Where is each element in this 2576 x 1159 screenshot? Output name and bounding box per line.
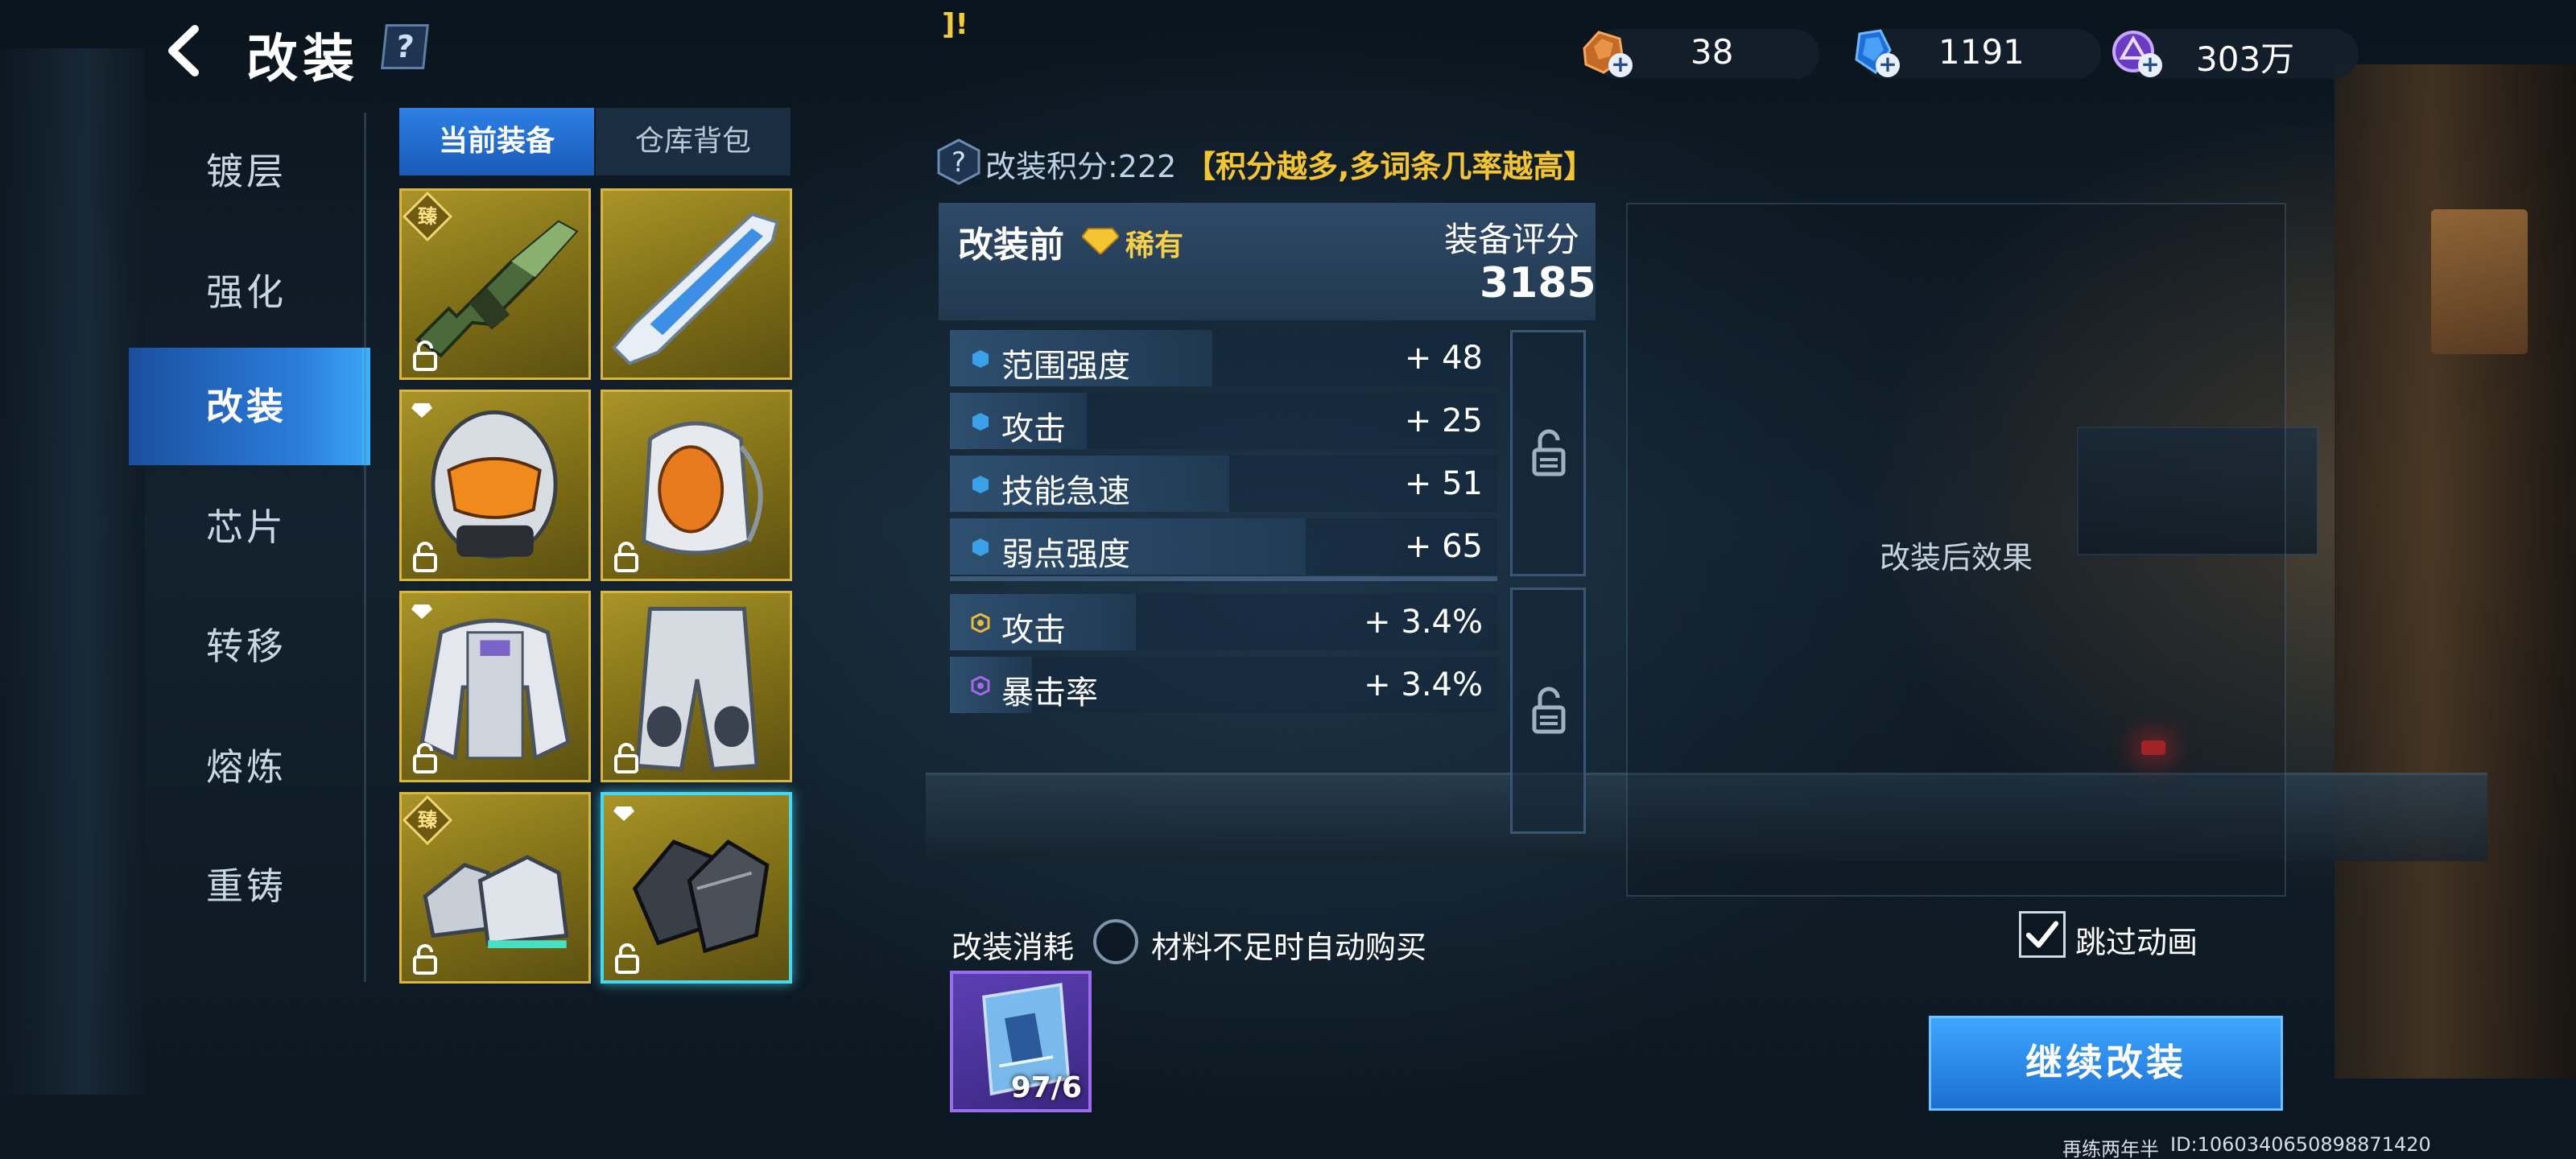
bonus-stat-row: 攻击 + 3.4% <box>950 594 1497 650</box>
material-item[interactable]: 97/6 <box>950 971 1092 1112</box>
cost-label: 改装消耗 <box>952 930 1075 965</box>
rarity-label: 稀有 <box>1125 229 1184 262</box>
sidebar-item-recast[interactable]: 重铸 <box>129 827 364 945</box>
skip-animation-checkbox[interactable] <box>2019 911 2066 958</box>
currency-ore-value: 38 <box>1690 32 1734 72</box>
skip-animation-label[interactable]: 跳过动画 <box>2075 918 2198 962</box>
stat-value: + 3.4% <box>1364 604 1483 641</box>
stat-name: 攻击 <box>1001 410 1066 448</box>
sidebar-item-modify[interactable]: 改装 <box>129 348 370 465</box>
diamond-badge-icon <box>613 806 634 821</box>
check-icon <box>2025 921 2059 948</box>
material-count: 97/6 <box>1010 1071 1082 1104</box>
unlock-icon <box>1532 687 1566 734</box>
stat-name: 弱点强度 <box>1001 536 1130 573</box>
player-name: 再练两年半 <box>2062 1138 2159 1159</box>
stat-separator <box>950 576 1497 581</box>
stat-name: 攻击 <box>1001 612 1066 649</box>
help-button[interactable]: ? <box>381 24 429 69</box>
stat-row: 弱点强度 + 65 <box>950 518 1497 575</box>
after-effect-label: 改装后效果 <box>1879 540 2033 575</box>
svg-text:?: ? <box>952 146 966 179</box>
tab-current-equipment[interactable]: 当前装备 <box>399 108 594 175</box>
stat-row: 技能急速 + 51 <box>950 456 1497 512</box>
sidebar-divider <box>364 113 366 982</box>
modify-score: 改装积分:222 <box>985 149 1177 184</box>
continue-modify-button[interactable]: 继续改装 <box>1929 1016 2283 1111</box>
stat-value: + 65 <box>1404 528 1483 565</box>
stat-hex-icon <box>972 538 989 556</box>
tab-storage[interactable]: 仓库背包 <box>596 108 791 175</box>
rarity-diamond-icon <box>1082 228 1119 254</box>
back-button[interactable] <box>158 23 214 79</box>
stat-value: + 51 <box>1404 465 1483 502</box>
purple-hex-icon <box>971 676 990 695</box>
add-gem-icon[interactable]: + <box>1876 53 1900 77</box>
lock-icon <box>413 944 437 975</box>
add-coin-icon[interactable]: + <box>2138 53 2162 77</box>
stat-hex-icon <box>972 476 989 493</box>
stat-name: 范围强度 <box>1001 348 1130 385</box>
lock-icon <box>413 340 437 371</box>
lock-icon <box>614 743 638 773</box>
gold-hex-icon <box>971 613 990 633</box>
bonus-lock-toggle[interactable] <box>1510 588 1586 834</box>
stat-hex-icon <box>972 413 989 431</box>
sidebar: 镀层 强化 改装 芯片 转移 熔炼 重铸 <box>129 113 370 982</box>
help-icon: ? <box>937 138 980 185</box>
stat-name: 暴击率 <box>1001 674 1098 711</box>
stat-row: 攻击 + 25 <box>950 393 1497 449</box>
page-title: 改装 <box>246 30 359 89</box>
lock-icon <box>413 743 437 773</box>
score-help-button[interactable]: ? <box>937 138 980 185</box>
add-ore-icon[interactable]: + <box>1608 53 1633 77</box>
equipment-slot-cannon[interactable] <box>601 188 792 380</box>
top-note: ]! <box>942 8 968 41</box>
lock-icon <box>413 542 437 572</box>
player-id: ID:1060340650898871420 <box>2170 1133 2431 1156</box>
background-door-left <box>0 48 145 1095</box>
stat-hex-icon <box>972 350 989 368</box>
stat-value: + 48 <box>1404 340 1483 377</box>
equipment-slot-jacket[interactable] <box>399 591 591 782</box>
stat-lock-toggle[interactable] <box>1510 330 1586 576</box>
currency-gem-value: 1191 <box>1938 32 2025 72</box>
score-hint: 【积分越多,多词条几率越高】 <box>1185 149 1595 184</box>
unlock-icon <box>1532 429 1566 476</box>
lock-icon <box>615 943 639 974</box>
sidebar-item-chip[interactable]: 芯片 <box>129 468 364 586</box>
equipment-slot-rifle[interactable]: 臻 <box>399 188 591 380</box>
rating-label: 装备评分 <box>1444 220 1580 259</box>
equipment-slot-pants[interactable] <box>601 591 792 782</box>
back-arrow-icon <box>168 25 199 76</box>
before-title: 改装前 <box>958 225 1064 266</box>
stat-value: + 25 <box>1404 402 1483 439</box>
background-light-panel <box>2431 209 2528 354</box>
auto-buy-label[interactable]: 材料不足时自动购买 <box>1151 922 1426 967</box>
sidebar-item-transfer[interactable]: 转移 <box>129 588 364 705</box>
bonus-stat-row: 暴击率 + 3.4% <box>950 657 1497 713</box>
stat-value: + 3.4% <box>1364 666 1483 703</box>
lock-icon <box>614 542 638 572</box>
diamond-badge-icon <box>411 604 432 619</box>
currency-coin-value: 303万 <box>2196 39 2295 79</box>
diamond-badge-icon <box>411 403 432 418</box>
auto-buy-radio[interactable] <box>1093 919 1138 964</box>
equipment-slot-backpack[interactable] <box>601 390 792 581</box>
sidebar-item-plating[interactable]: 镀层 <box>129 113 364 230</box>
stat-row: 范围强度 + 48 <box>950 330 1497 386</box>
rating-value: 3185 <box>1480 259 1596 307</box>
sidebar-item-smelt[interactable]: 熔炼 <box>129 708 364 826</box>
equipment-slot-gloves[interactable] <box>601 792 792 984</box>
cannon-icon <box>611 212 779 365</box>
sidebar-item-enhance[interactable]: 强化 <box>129 233 364 351</box>
equipment-slot-boots[interactable]: 臻 <box>399 792 591 984</box>
stat-name: 技能急速 <box>1001 473 1130 510</box>
equipment-slot-helmet[interactable] <box>399 390 591 581</box>
